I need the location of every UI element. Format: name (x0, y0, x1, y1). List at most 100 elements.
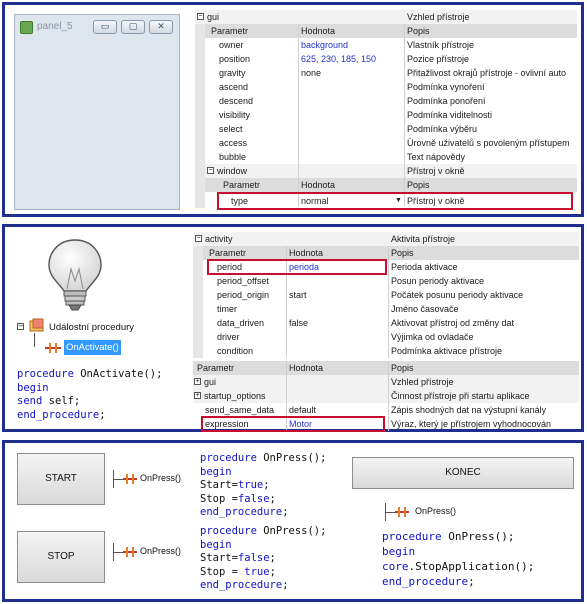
start-button[interactable]: START (17, 453, 105, 505)
tree-collapse-toggle[interactable]: − (17, 323, 24, 330)
expand-toggle[interactable]: − (207, 167, 214, 174)
param-desc: Přitažlivost okrajů přístroje - ovlivní … (407, 68, 567, 78)
event-procedure-icon (395, 507, 409, 517)
column-header: Hodnota (289, 363, 324, 373)
param-name: ascend (219, 82, 249, 92)
gui-property-grid: − gui Vzhled přístroje Parametr Hodnota Popis… (195, 10, 577, 213)
start-onpress-label[interactable]: OnPress() (140, 473, 181, 483)
group-name[interactable]: window (217, 164, 297, 178)
param-value[interactable]: start (289, 288, 389, 302)
param-desc: Podmínka viditelnosti (407, 110, 493, 120)
grid-gutter (193, 246, 203, 358)
column-divider (404, 24, 405, 206)
param-name: timer (217, 304, 237, 314)
param-desc: Výjimka od ovladače (391, 332, 474, 342)
group-row-window: − window Přístroj v okně (195, 164, 577, 178)
activity-property-grid: − activity Aktivita přístroje Parametr Hodno… (193, 232, 579, 360)
param-name: gravity (219, 68, 246, 78)
expand-toggle[interactable]: − (197, 13, 204, 20)
window-grid-header: Parametr Hodnota Popis (195, 178, 577, 192)
param-desc: Úrovně uživatelů s povoleným přístupem (407, 138, 570, 148)
param-value[interactable]: false (289, 316, 389, 330)
param-value[interactable]: none (301, 66, 405, 80)
param-name: access (219, 138, 248, 148)
stop-onpress-label[interactable]: OnPress() (140, 546, 181, 556)
param-desc: Výraz, který je přístrojem vyhodnocován (391, 419, 552, 429)
grid-row-select: select Podmínka výběru (195, 122, 577, 136)
param-desc: Jméno časovače (391, 304, 459, 314)
window-title: panel_5 (37, 21, 73, 32)
event-procedure-icon (45, 343, 61, 353)
param-desc: Podmínka ponoření (407, 96, 486, 106)
code-line: procedure OnPress(); (200, 525, 327, 537)
panel-window[interactable]: panel_5 ▭ ▢ ✕ (14, 14, 180, 210)
param-name: bubble (219, 152, 247, 162)
konec-onpress-label[interactable]: OnPress() (415, 506, 456, 516)
grid-row-access: access Úrovně uživatelů s povoleným příst… (195, 136, 577, 150)
connector (113, 479, 123, 480)
group-row-gui: − gui Vzhled přístroje (195, 10, 577, 24)
code-stop-onpress: procedure OnPress(); begin Start=false; Sto… (200, 525, 326, 593)
grid-gutter (195, 24, 205, 208)
param-desc: Podmínka vynoření (407, 82, 485, 92)
expand-toggle[interactable]: + (194, 378, 201, 385)
minimize-button[interactable]: ▭ (93, 20, 117, 34)
param-value[interactable]: default (289, 403, 389, 417)
grid-row-descend: descend Podmínka ponoření (195, 94, 577, 108)
light-bulb-icon (48, 239, 102, 311)
code-line: core.StopApplication(); (382, 560, 535, 573)
stop-button[interactable]: STOP (17, 531, 105, 583)
param-desc: Posun periody aktivace (391, 276, 485, 286)
column-divider (388, 246, 389, 358)
param-name: select (219, 124, 243, 134)
code-line: send self; (17, 395, 81, 407)
grid-row-position: position 625, 230, 185, 150 Pozice přístro… (195, 52, 577, 66)
tree-item-onactivate[interactable]: OnActivate() (64, 340, 121, 355)
param-value[interactable]: 625, 230, 185, 150 (301, 52, 405, 66)
group-name[interactable]: gui (204, 375, 288, 389)
window-titlebar[interactable]: panel_5 ▭ ▢ ✕ (15, 15, 179, 41)
param-desc: Podmínka výběru (407, 124, 478, 134)
highlight-expression-row (201, 416, 385, 432)
grid-header: Parametr Hodnota Popis (195, 24, 577, 38)
code-line: Start=false; (200, 552, 276, 564)
grid-row-gravity: gravity none Přitažlivost okrajů přístroje… (195, 66, 577, 80)
app-icon (20, 21, 33, 34)
expand-toggle[interactable]: + (194, 392, 201, 399)
tree-line (34, 333, 35, 347)
grid-row-period_offset: period_offset Posun periody aktivace (193, 274, 579, 288)
grid-row-condition: condition Podmínka aktivace přístroje (193, 344, 579, 358)
column-header: Popis (391, 248, 414, 258)
column-header: Popis (407, 26, 430, 36)
grid-header: Parametr Hodnota Popis (193, 246, 579, 260)
close-button[interactable]: ✕ (149, 20, 173, 34)
group-name[interactable]: startup_options (204, 389, 288, 403)
column-divider (298, 24, 299, 206)
code-line: begin (200, 465, 232, 478)
param-name: visibility (219, 110, 251, 120)
highlight-type-row (217, 192, 573, 210)
param-name: send_same_data (205, 405, 275, 415)
group-name[interactable]: gui (207, 10, 297, 24)
grid-row-visibility: visibility Podmínka viditelnosti (195, 108, 577, 122)
code-line: begin (17, 381, 49, 394)
konec-button[interactable]: KONEC (352, 457, 574, 489)
expand-toggle[interactable]: − (195, 235, 202, 242)
param-value[interactable]: background (301, 38, 405, 52)
param-name: driver (217, 332, 240, 342)
code-onactivate: procedure OnActivate(); begin send self; en… (17, 368, 162, 422)
group-desc: Přístroj v okně (407, 166, 465, 176)
code-line: procedure OnPress(); (382, 530, 515, 543)
group-row-activity: − activity Aktivita přístroje (193, 232, 579, 246)
group-name[interactable]: activity (205, 232, 285, 246)
column-header: Hodnota (301, 26, 336, 36)
group-desc: Aktivita přístroje (391, 234, 456, 244)
column-header: Hodnota (289, 248, 324, 258)
grid-row-bubble: bubble Text nápovědy (195, 150, 577, 164)
tree-root-label[interactable]: Událostní procedury (49, 322, 134, 333)
maximize-button[interactable]: ▢ (121, 20, 145, 34)
highlight-period-row (207, 259, 387, 275)
startup-property-grid: Parametr Hodnota Popis + gui Vzhled přístroje… (193, 361, 579, 432)
event-procedure-icon (123, 547, 137, 557)
code-line: end_procedure; (382, 575, 475, 588)
